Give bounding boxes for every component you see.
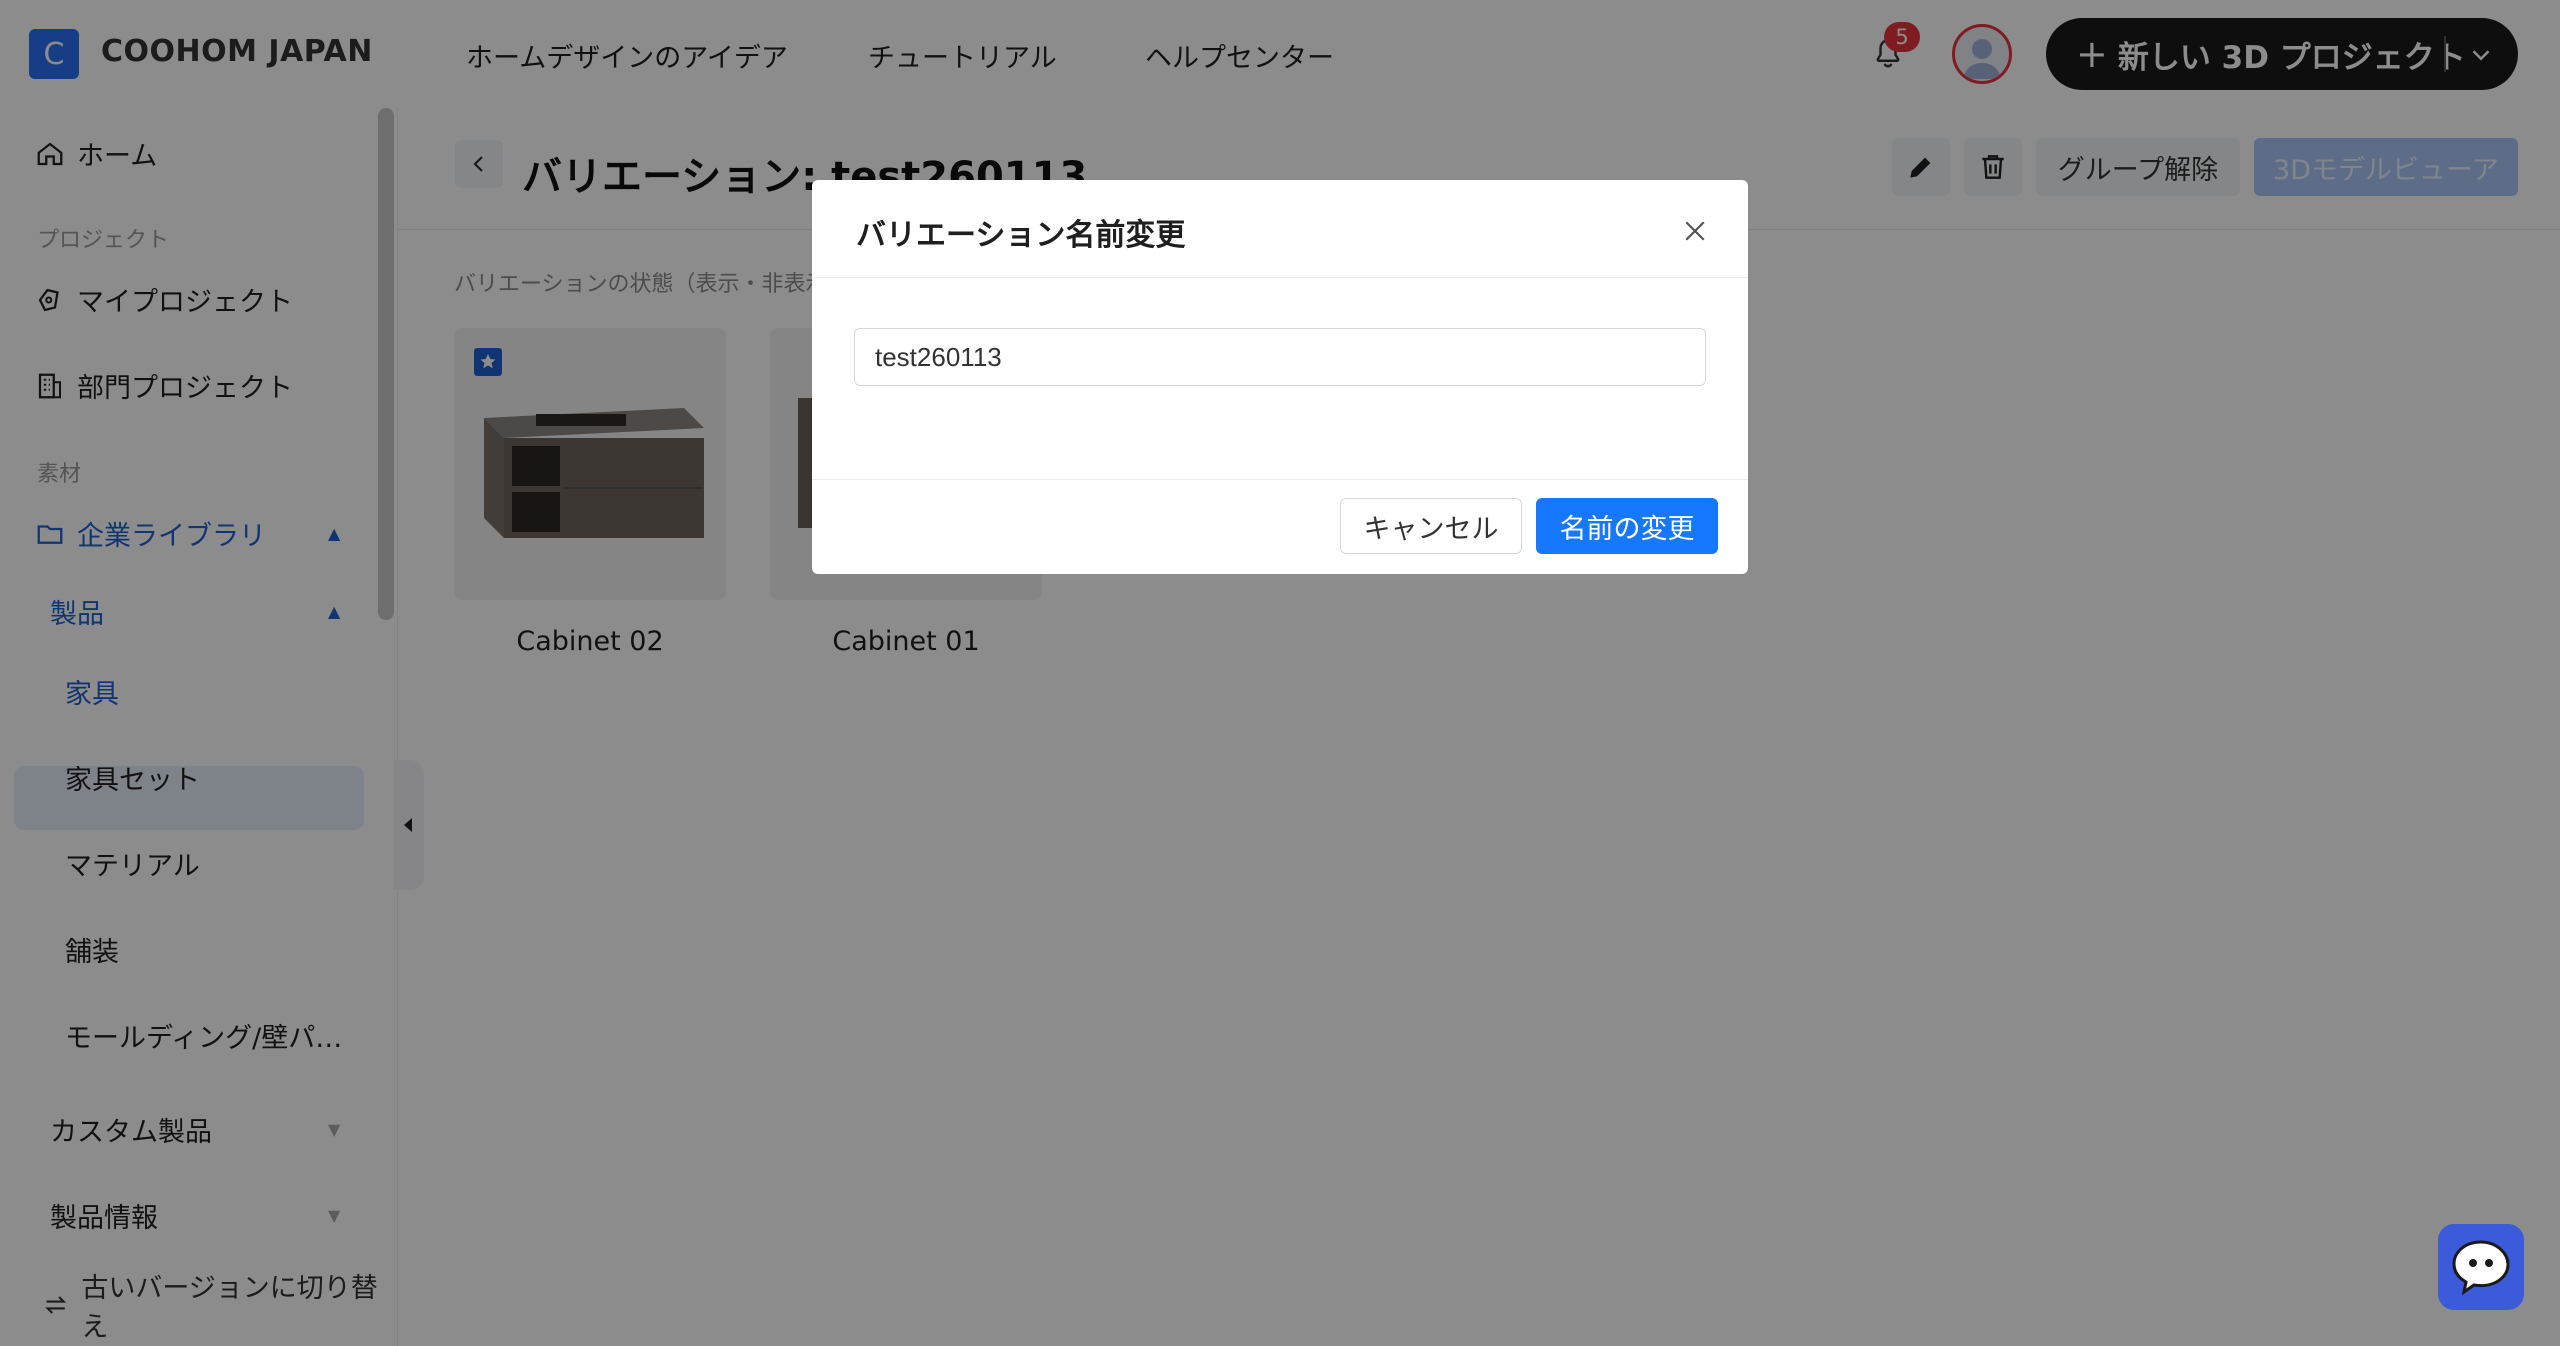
chat-button[interactable] [2438,1224,2524,1310]
rename-variation-dialog: バリエーション名前変更 キャンセル 名前の変更 [812,180,1748,574]
variation-name-input[interactable] [854,328,1706,386]
chat-icon [2452,1240,2510,1296]
dialog-title: バリエーション名前変更 [856,218,1186,253]
close-icon[interactable] [1680,216,1710,246]
rename-button[interactable]: 名前の変更 [1536,498,1718,554]
app-root: C COOHOM JAPAN ホームデザインのアイデア チュートリアル ヘルプセ… [0,0,2560,1346]
dialog-divider [812,277,1748,278]
dialog-divider [812,479,1748,480]
cancel-button[interactable]: キャンセル [1340,498,1522,554]
